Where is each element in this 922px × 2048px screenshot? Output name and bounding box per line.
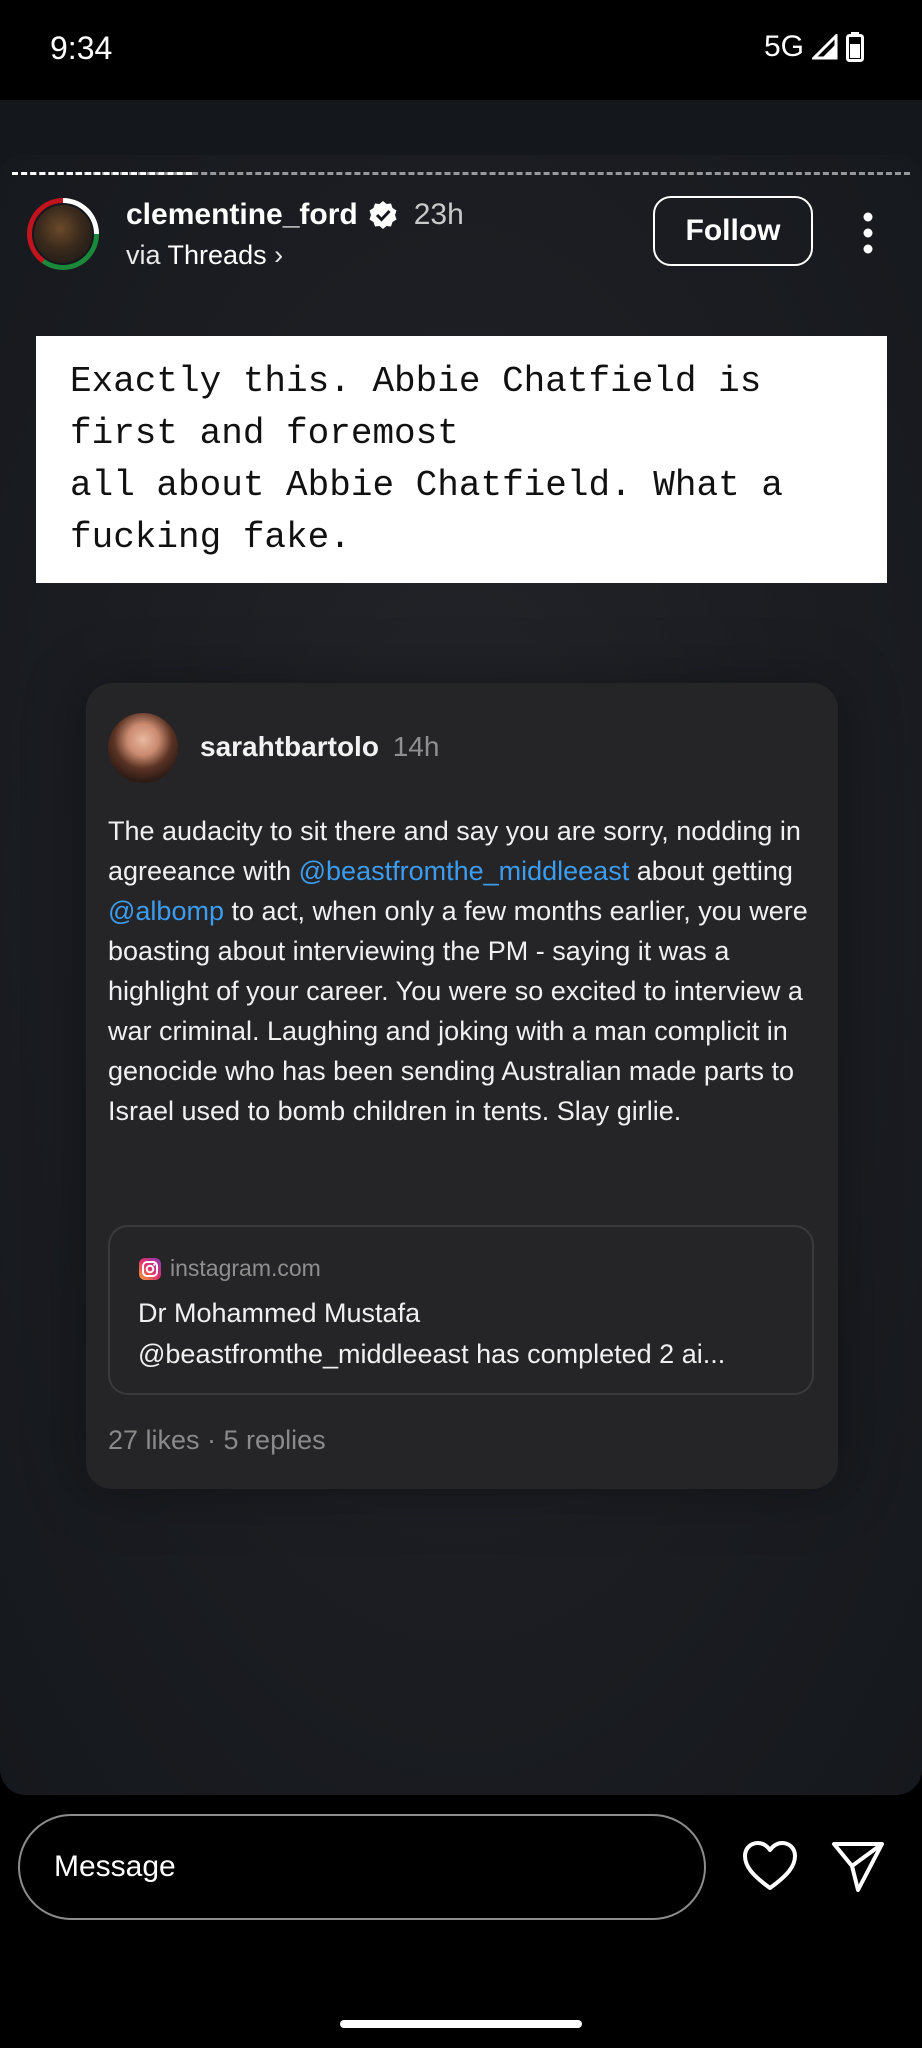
via-threads-link[interactable]: via Threads › xyxy=(126,240,283,271)
via-prefix: via xyxy=(126,240,161,270)
verified-badge-icon xyxy=(369,201,397,229)
link-domain: instagram.com xyxy=(170,1255,321,1281)
heart-icon[interactable] xyxy=(742,1840,798,1892)
post-body: The audacity to sit there and say you ar… xyxy=(108,811,828,1131)
battery-icon xyxy=(846,32,864,62)
story-time: 23h xyxy=(413,198,464,231)
status-time: 9:34 xyxy=(50,30,113,66)
status-bar: 9:34 5G xyxy=(0,0,922,100)
post-stats: 27 likes · 5 replies xyxy=(108,1425,326,1455)
chevron-right-icon: › xyxy=(274,240,284,270)
mention-link[interactable]: @albomp xyxy=(108,896,224,926)
link-preview-card[interactable]: instagram.com Dr Mohammed Mustafa @beast… xyxy=(108,1225,814,1395)
link-subtitle: @beastfromthe_middleeast has completed 2… xyxy=(138,1339,726,1369)
post-author-avatar xyxy=(108,713,178,783)
story-caption: Exactly this. Abbie Chatfield is first a… xyxy=(36,336,887,583)
threads-post-card[interactable]: sarahtbartolo 14h The audacity to sit th… xyxy=(86,683,838,1489)
home-indicator[interactable] xyxy=(340,2020,582,2028)
post-time: 14h xyxy=(392,731,440,762)
author-username-row[interactable]: clementine_ford 23h xyxy=(126,198,464,232)
author-username[interactable]: clementine_ford xyxy=(126,198,358,232)
mention-link[interactable]: @beastfromthe_middleeast xyxy=(299,856,630,886)
post-text-part3: to act, when only a few months earlier, … xyxy=(108,896,808,1126)
author-avatar-image xyxy=(32,203,94,265)
message-placeholder: Message xyxy=(54,1850,176,1883)
caption-text: Exactly this. Abbie Chatfield is first a… xyxy=(70,361,783,558)
post-text-part2: about getting xyxy=(629,856,793,886)
link-domain-row: instagram.com xyxy=(138,1255,321,1282)
post-author-row: sarahtbartolo 14h xyxy=(200,731,439,763)
network-label: 5G xyxy=(763,30,804,63)
status-icons: 5G xyxy=(764,30,864,64)
post-author-username: sarahtbartolo xyxy=(200,731,379,762)
message-input[interactable]: Message xyxy=(18,1814,706,1920)
story-progress-fill xyxy=(12,172,192,175)
link-title: Dr Mohammed Mustafa xyxy=(138,1298,421,1328)
signal-icon xyxy=(812,34,838,60)
follow-button[interactable]: Follow xyxy=(653,196,813,266)
send-icon[interactable] xyxy=(830,1838,886,1894)
via-app-name[interactable]: Threads xyxy=(168,240,267,270)
instagram-icon xyxy=(139,1257,161,1280)
more-vertical-icon[interactable] xyxy=(858,212,878,254)
link-title-block: Dr Mohammed Mustafa @beastfromthe_middle… xyxy=(138,1293,788,1375)
author-avatar[interactable] xyxy=(27,198,99,270)
